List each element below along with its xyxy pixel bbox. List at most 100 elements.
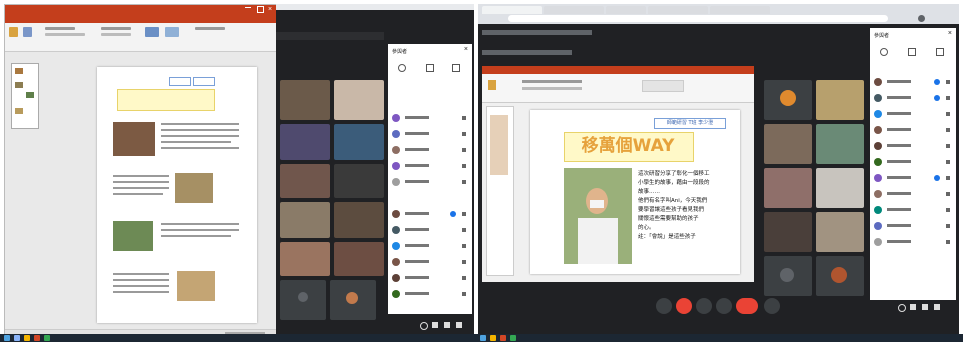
video-tile[interactable]	[280, 80, 330, 120]
video-tile[interactable]	[334, 242, 384, 276]
video-tile[interactable]	[764, 168, 812, 208]
more-options-button[interactable]	[764, 298, 780, 314]
list-item[interactable]	[874, 238, 952, 248]
info-icon[interactable]	[898, 304, 906, 312]
font-box[interactable]	[45, 27, 75, 30]
list-item[interactable]	[874, 78, 952, 88]
body-line: 的心。	[638, 225, 655, 231]
mic-button[interactable]	[656, 298, 672, 314]
end-call-button[interactable]	[736, 298, 758, 314]
people-panel-title: 參與者	[874, 33, 890, 39]
list-item[interactable]	[874, 190, 952, 200]
maximize-icon[interactable]	[257, 6, 264, 13]
list-item[interactable]	[874, 158, 952, 168]
search-icon[interactable]	[14, 335, 20, 341]
browser-tab[interactable]	[544, 6, 604, 14]
list-item[interactable]	[392, 258, 468, 268]
list-item[interactable]	[392, 210, 468, 220]
list-item[interactable]	[874, 94, 952, 104]
close-icon[interactable]: ×	[464, 46, 468, 53]
list-item[interactable]	[392, 146, 468, 156]
powerpoint-icon[interactable]	[500, 335, 506, 341]
chat-icon[interactable]	[444, 322, 450, 328]
align-row[interactable]	[101, 33, 131, 36]
profile-icon[interactable]	[918, 15, 925, 22]
video-tile[interactable]	[280, 202, 330, 238]
start-icon[interactable]	[4, 335, 10, 341]
list-item[interactable]	[392, 114, 468, 124]
arrange-icon[interactable]	[165, 27, 179, 37]
copy-link-icon[interactable]	[426, 64, 434, 72]
list-item[interactable]	[874, 142, 952, 152]
video-tile[interactable]	[280, 164, 330, 198]
video-tile[interactable]	[764, 80, 812, 120]
video-tile[interactable]	[280, 242, 330, 276]
slide-thumbnail[interactable]	[11, 63, 39, 129]
info-icon[interactable]	[420, 322, 428, 330]
list-item[interactable]	[874, 110, 952, 120]
close-icon[interactable]: ×	[948, 30, 952, 37]
file-explorer-icon[interactable]	[24, 335, 30, 341]
video-tile[interactable]	[280, 124, 330, 160]
list-item[interactable]	[392, 274, 468, 284]
add-people-icon[interactable]	[880, 48, 888, 56]
paste-icon[interactable]	[9, 27, 18, 37]
font-format-row[interactable]	[45, 33, 85, 36]
list-item[interactable]	[392, 290, 468, 300]
camera-off-button[interactable]	[676, 298, 692, 314]
start-icon[interactable]	[480, 335, 486, 341]
video-tile[interactable]	[334, 164, 384, 198]
people-icon[interactable]	[432, 322, 438, 328]
editing-row[interactable]	[195, 27, 225, 30]
browser-tab[interactable]	[606, 6, 646, 14]
browser-tab[interactable]	[482, 6, 542, 14]
video-tile[interactable]	[334, 202, 384, 238]
video-tile[interactable]	[764, 124, 812, 164]
powerpoint-icon[interactable]	[34, 335, 40, 341]
list-item[interactable]	[392, 242, 468, 252]
activities-icon[interactable]	[934, 304, 940, 310]
minimize-icon[interactable]	[245, 7, 251, 8]
presenting-tile[interactable]	[280, 280, 326, 320]
meet-presentation-window: 師範研習 T班 李少澄 移萬個WAY 這次研習分享了彰化一個移工 小學生的故事，…	[478, 4, 959, 338]
list-item[interactable]	[874, 174, 952, 184]
slide-thumbnail-pane[interactable]	[486, 106, 514, 276]
chat-icon[interactable]	[922, 304, 928, 310]
close-icon[interactable]: ×	[268, 5, 272, 15]
present-button[interactable]	[716, 298, 732, 314]
list-item[interactable]	[874, 126, 952, 136]
browser-tab[interactable]	[648, 6, 708, 14]
file-explorer-icon[interactable]	[490, 335, 496, 341]
video-tile[interactable]	[764, 212, 812, 252]
new-slide-icon[interactable]	[23, 27, 32, 37]
list-item[interactable]	[392, 130, 468, 140]
browser-tab[interactable]	[710, 6, 770, 14]
chrome-icon[interactable]	[510, 335, 516, 341]
list-item[interactable]	[392, 162, 468, 172]
ribbon-tabs[interactable]	[5, 15, 277, 23]
host-controls-icon[interactable]	[452, 64, 460, 72]
captions-button[interactable]	[696, 298, 712, 314]
address-bar[interactable]	[508, 15, 888, 22]
video-tile[interactable]	[816, 168, 864, 208]
chrome-icon[interactable]	[44, 335, 50, 341]
paragraph-row[interactable]	[101, 27, 131, 30]
host-controls-icon[interactable]	[936, 48, 944, 56]
people-icon[interactable]	[910, 304, 916, 310]
self-tile[interactable]	[816, 256, 864, 296]
video-tile[interactable]	[334, 80, 384, 120]
copy-link-icon[interactable]	[908, 48, 916, 56]
add-people-icon[interactable]	[398, 64, 406, 72]
video-tile[interactable]	[816, 80, 864, 120]
self-tile[interactable]	[330, 280, 376, 320]
activities-icon[interactable]	[456, 322, 462, 328]
video-tile[interactable]	[816, 212, 864, 252]
list-item[interactable]	[392, 178, 468, 188]
list-item[interactable]	[874, 206, 952, 216]
presenting-tile[interactable]	[764, 256, 812, 296]
list-item[interactable]	[874, 222, 952, 232]
video-tile[interactable]	[816, 124, 864, 164]
list-item[interactable]	[392, 226, 468, 236]
video-tile[interactable]	[334, 124, 384, 160]
shapes-icon[interactable]	[145, 27, 159, 37]
